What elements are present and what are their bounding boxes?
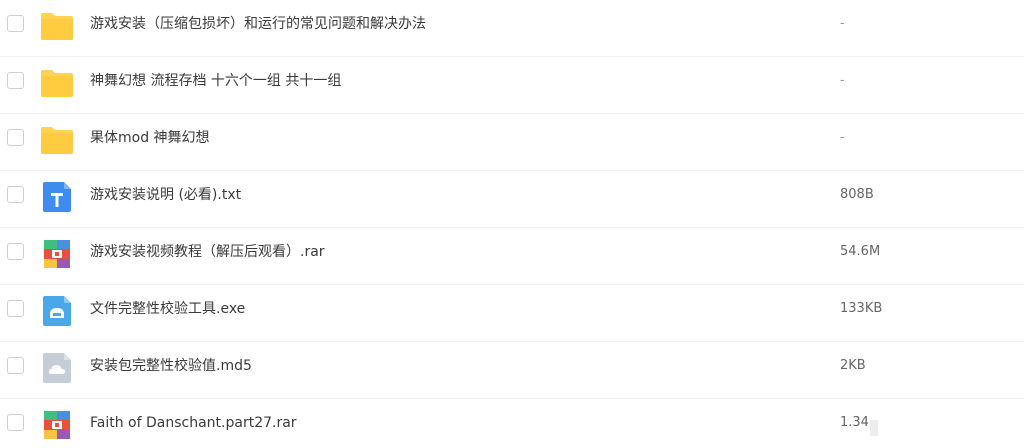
file-size: - bbox=[840, 130, 845, 145]
file-size: 1.34 bbox=[840, 415, 869, 430]
row-checkbox[interactable] bbox=[7, 300, 24, 317]
exe-file-icon bbox=[43, 296, 71, 326]
file-name[interactable]: 游戏安装说明 (必看).txt bbox=[90, 185, 241, 205]
file-row[interactable]: 游戏安装（压缩包损坏）和运行的常见问题和解决办法 - bbox=[0, 0, 1024, 57]
row-checkbox[interactable] bbox=[7, 243, 24, 260]
file-name[interactable]: 果体mod 神舞幻想 bbox=[90, 128, 210, 148]
file-size: 54.6M bbox=[840, 244, 881, 259]
file-row[interactable]: 游戏安装说明 (必看).txt 808B bbox=[0, 171, 1024, 228]
file-size: 133KB bbox=[840, 301, 883, 316]
row-checkbox[interactable] bbox=[7, 357, 24, 374]
file-row[interactable]: 安装包完整性校验值.md5 2KB bbox=[0, 342, 1024, 399]
file-row[interactable]: 神舞幻想 流程存档 十六个一组 共十一组 - bbox=[0, 57, 1024, 114]
row-checkbox[interactable] bbox=[7, 186, 24, 203]
file-name[interactable]: 游戏安装（压缩包损坏）和运行的常见问题和解决办法 bbox=[90, 14, 426, 34]
row-checkbox[interactable] bbox=[7, 414, 24, 431]
file-row[interactable]: 游戏安装视频教程（解压后观看）.rar 54.6M bbox=[0, 228, 1024, 285]
row-checkbox[interactable] bbox=[7, 15, 24, 32]
file-name[interactable]: 游戏安装视频教程（解压后观看）.rar bbox=[90, 242, 325, 262]
watermark-smudge bbox=[870, 420, 878, 436]
folder-icon bbox=[41, 70, 73, 97]
rar-archive-icon bbox=[44, 240, 70, 268]
row-checkbox[interactable] bbox=[7, 72, 24, 89]
file-name[interactable]: 神舞幻想 流程存档 十六个一组 共十一组 bbox=[90, 71, 341, 91]
file-name[interactable]: Faith of Danschant.part27.rar bbox=[90, 413, 297, 433]
file-name[interactable]: 安装包完整性校验值.md5 bbox=[90, 356, 252, 376]
folder-icon bbox=[41, 127, 73, 154]
row-checkbox[interactable] bbox=[7, 129, 24, 146]
unknown-file-icon bbox=[43, 353, 71, 383]
file-name[interactable]: 文件完整性校验工具.exe bbox=[90, 299, 245, 319]
file-row[interactable]: 文件完整性校验工具.exe 133KB bbox=[0, 285, 1024, 342]
rar-archive-icon bbox=[44, 411, 70, 439]
folder-icon bbox=[41, 13, 73, 40]
file-size: 808B bbox=[840, 187, 874, 202]
file-row[interactable]: 果体mod 神舞幻想 - bbox=[0, 114, 1024, 171]
txt-file-icon bbox=[43, 182, 71, 212]
file-size: - bbox=[840, 16, 845, 31]
file-size: - bbox=[840, 73, 845, 88]
file-size: 2KB bbox=[840, 358, 866, 373]
file-list: 游戏安装（压缩包损坏）和运行的常见问题和解决办法 - 神舞幻想 流程存档 十六个… bbox=[0, 0, 1024, 448]
